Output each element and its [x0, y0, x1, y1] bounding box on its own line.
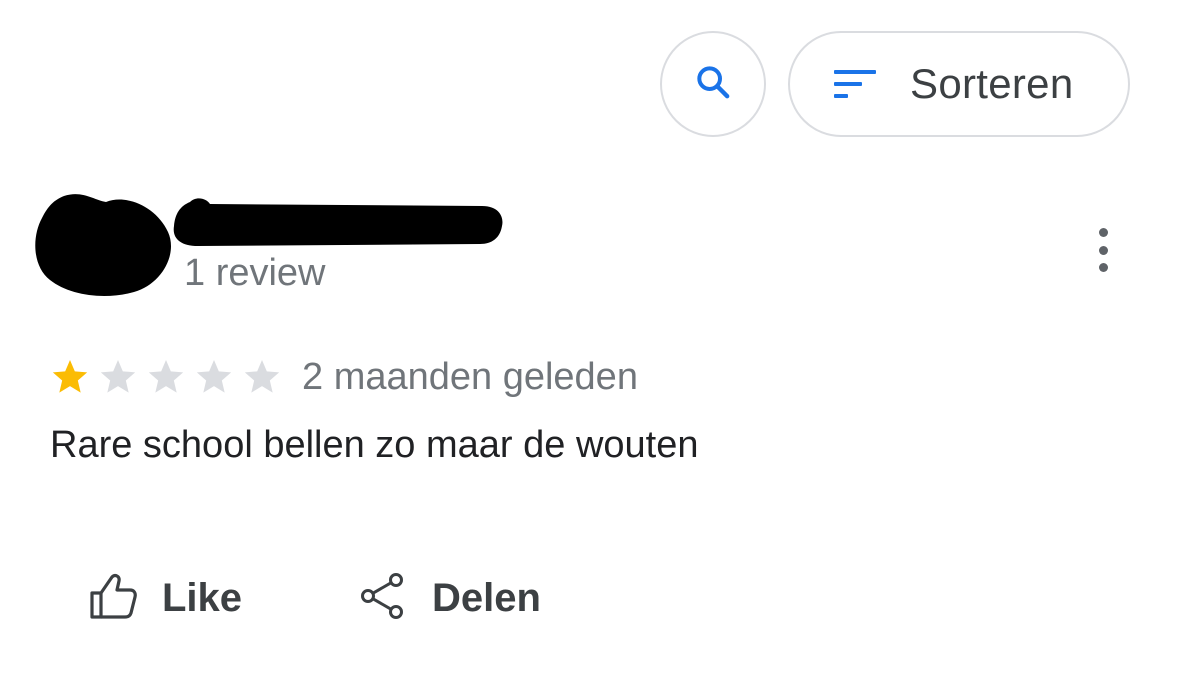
like-label: Like	[162, 575, 243, 620]
reviewer-name-redacted[interactable]	[170, 196, 504, 248]
thumb-up-icon	[88, 571, 138, 626]
share-label: Delen	[432, 575, 541, 620]
more-options-button[interactable]	[1086, 228, 1120, 272]
more-vert-icon	[1098, 228, 1108, 237]
rating-row: 2 maanden geleden	[50, 354, 638, 400]
share-button[interactable]: Delen	[358, 568, 541, 628]
star-empty-icon	[196, 360, 232, 393]
share-icon	[358, 571, 408, 626]
reviewer-review-count: 1 review	[184, 252, 326, 294]
search-button[interactable]	[660, 31, 766, 137]
search-icon	[693, 62, 733, 107]
star-rating	[50, 357, 290, 397]
star-empty-icon	[100, 360, 136, 393]
like-button[interactable]: Like	[88, 568, 242, 628]
sort-label: Sorteren	[910, 60, 1074, 107]
star-empty-icon	[148, 360, 184, 393]
sort-lines-icon	[834, 64, 880, 104]
reviewer-avatar[interactable]	[34, 192, 174, 296]
more-vert-icon	[1098, 245, 1108, 255]
sort-button[interactable]: Sorteren	[788, 31, 1130, 137]
star-empty-icon	[244, 360, 280, 393]
review-text: Rare school bellen zo maar de wouten	[50, 424, 699, 466]
review-time: 2 maanden geleden	[302, 355, 638, 398]
more-vert-icon	[1098, 263, 1108, 272]
star-filled-icon	[52, 360, 88, 393]
